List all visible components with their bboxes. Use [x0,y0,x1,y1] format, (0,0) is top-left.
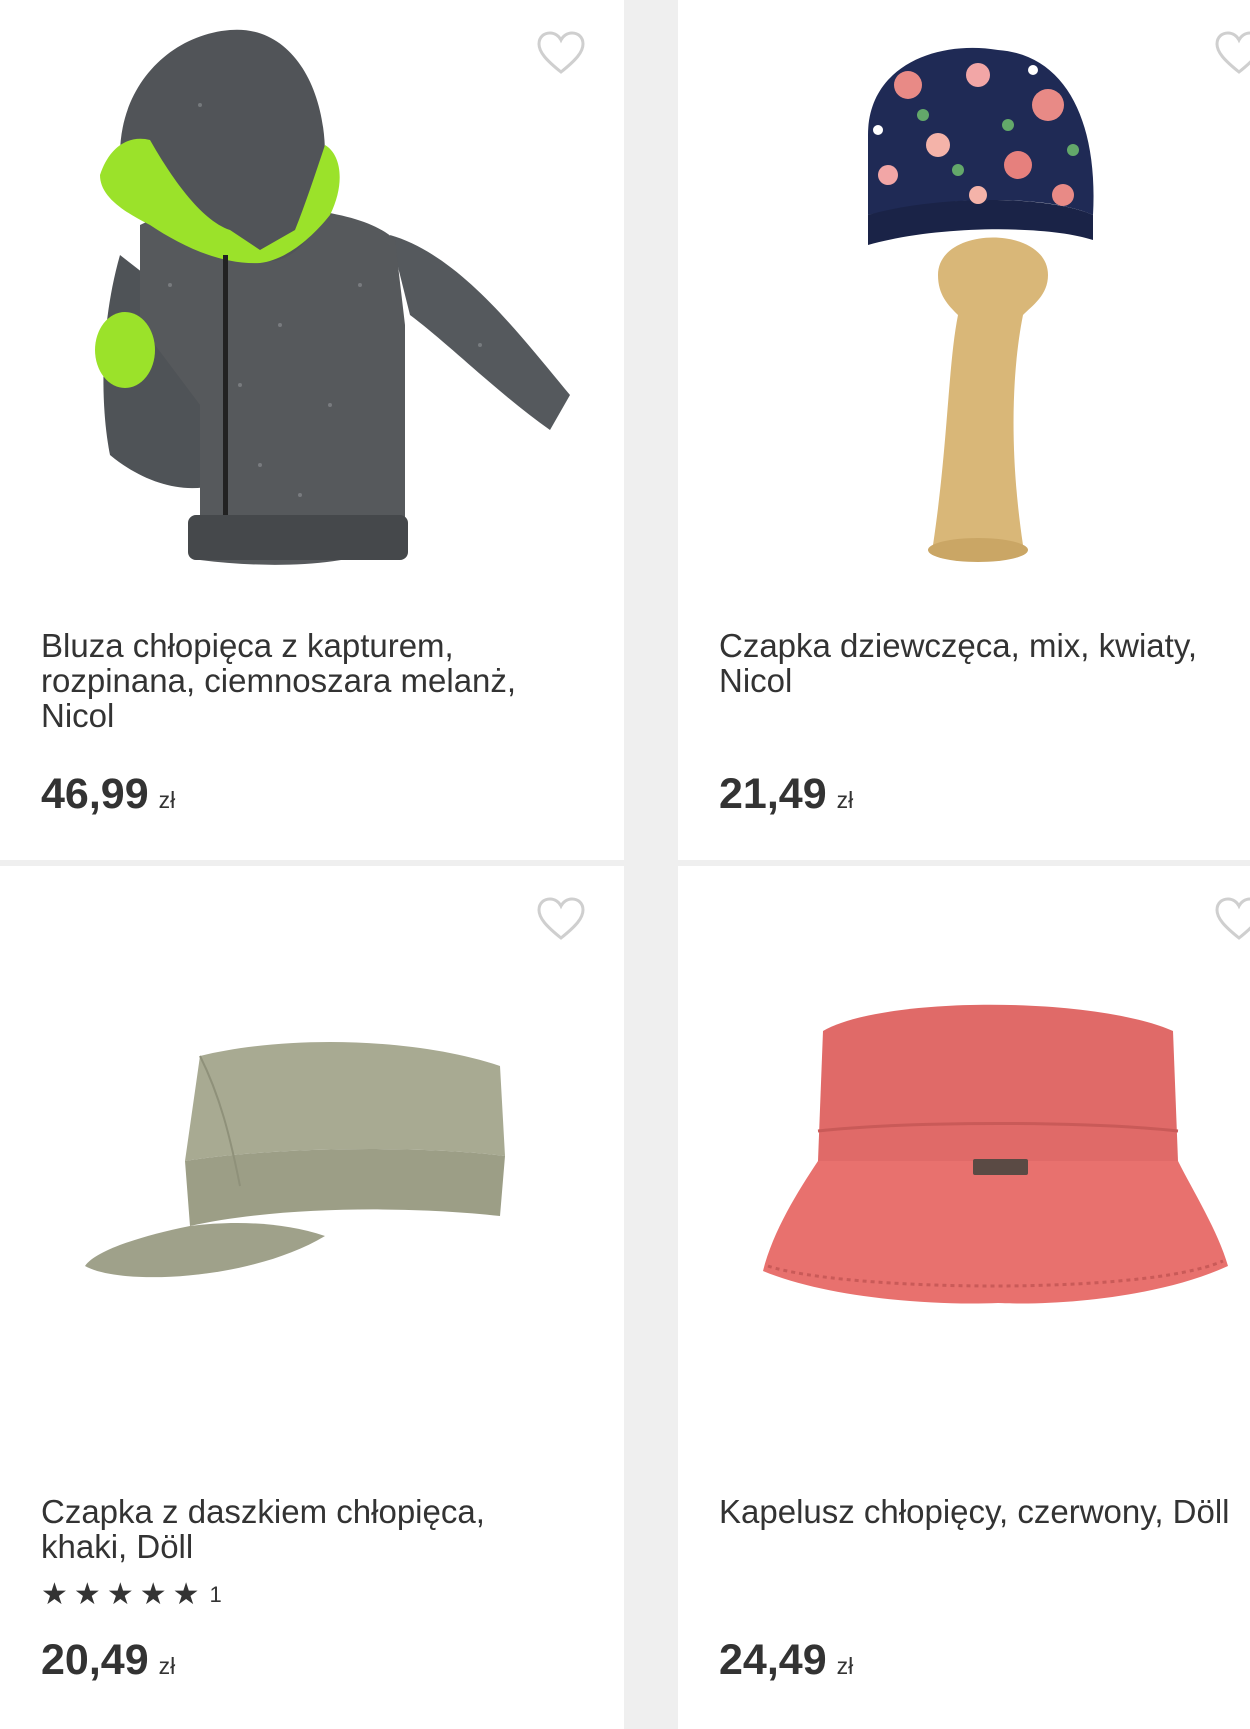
product-price: 20,49 zł [41,1636,175,1685]
heart-icon[interactable] [536,896,586,942]
product-title[interactable]: Bluza chłopięca z kapturem, rozpinana, c… [41,628,561,733]
star-icon: ★ [73,1578,101,1611]
product-title[interactable]: Czapka z daszkiem chłopięca, khaki, Döll [41,1494,561,1564]
heart-icon[interactable] [1214,30,1250,76]
star-icon: ★ [106,1578,134,1611]
product-card[interactable]: Bluza chłopięca z kapturem, rozpinana, c… [0,0,624,860]
product-price: 21,49 zł [719,770,853,819]
price-currency: zł [158,787,176,813]
price-currency: zł [158,1653,176,1679]
product-image-hoodie[interactable] [80,25,580,600]
price-value: 20,49 [41,1636,149,1684]
price-value: 46,99 [41,770,149,818]
product-image-khaki-cap[interactable] [80,1016,540,1296]
product-card[interactable]: Czapka dziewczęca, mix, kwiaty, Nicol 21… [678,0,1250,860]
price-value: 21,49 [719,770,827,818]
star-icon: ★ [139,1578,167,1611]
price-value: 24,49 [719,1636,827,1684]
product-price: 46,99 zł [41,770,175,819]
product-image-red-hat[interactable] [763,991,1233,1311]
product-card[interactable]: Czapka z daszkiem chłopięca, khaki, Döll… [0,866,624,1729]
rating: ★ ★ ★ ★ ★ 1 [41,1580,222,1610]
rating-count: 1 [209,1582,222,1607]
product-image-floral-hat[interactable] [848,45,1108,580]
product-price: 24,49 zł [719,1636,853,1685]
star-icon: ★ [41,1578,68,1611]
price-currency: zł [836,1653,854,1679]
product-card[interactable]: Kapelusz chłopięcy, czerwony, Döll 24,49… [678,866,1250,1729]
price-currency: zł [836,787,854,813]
product-title[interactable]: Kapelusz chłopięcy, czerwony, Döll [719,1494,1239,1529]
heart-icon[interactable] [1214,896,1250,942]
product-title[interactable]: Czapka dziewczęca, mix, kwiaty, Nicol [719,628,1239,698]
star-icon: ★ [172,1578,200,1611]
